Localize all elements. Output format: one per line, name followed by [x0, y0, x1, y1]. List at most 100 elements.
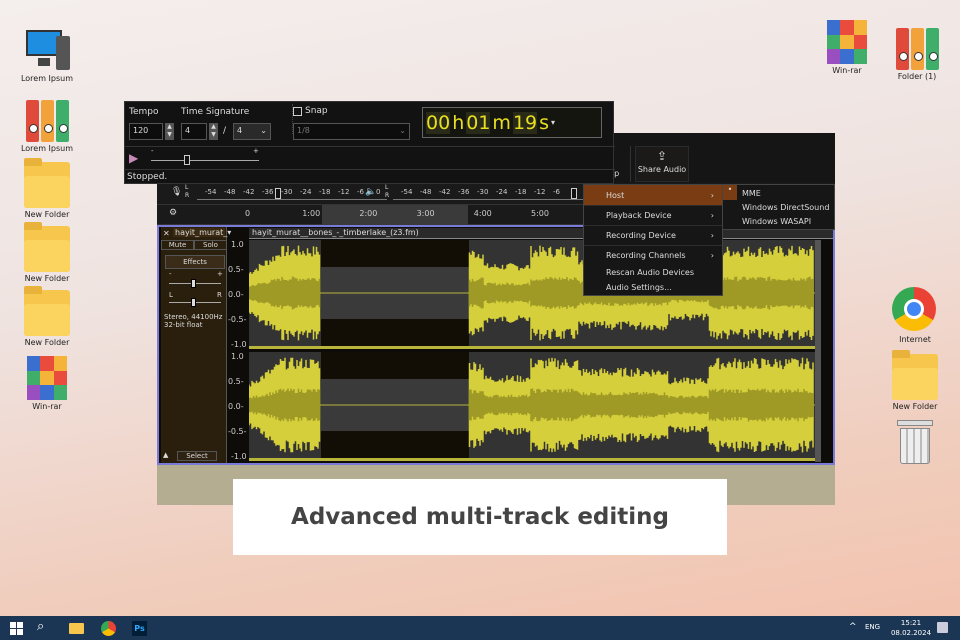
microphone-icon: 🎙 [171, 187, 183, 197]
chevron-down-icon: ⌄ [260, 126, 267, 135]
tempo-stepper[interactable]: ▲ ▼ [165, 123, 174, 140]
start-button[interactable] [10, 622, 23, 635]
chevron-right-icon: › [710, 251, 714, 260]
time-sig-stepper[interactable]: ▲ ▼ [209, 123, 218, 140]
clock[interactable]: 15:21 08.02.2024 [888, 618, 934, 638]
tray-overflow-icon[interactable]: ^ [849, 622, 857, 632]
amplitude-scale-label: -1.0 [231, 452, 247, 461]
chevron-right-icon: › [710, 211, 714, 220]
time-sig-separator: / [223, 126, 227, 136]
solo-button[interactable]: Solo [194, 240, 227, 250]
gear-icon: ⚙ [169, 208, 178, 218]
snap-select[interactable]: 1/8 ⌄ [293, 123, 410, 140]
collapse-icon[interactable]: ▲ [163, 451, 168, 459]
trash-icon [892, 420, 938, 466]
menu-item-recording-device[interactable]: Recording Device › [584, 225, 722, 245]
gain-slider[interactable] [169, 279, 221, 288]
time-hours: 00 [426, 111, 451, 134]
meter-slider-handle[interactable] [571, 188, 577, 199]
time-format-dropdown-icon[interactable]: ▾ [551, 118, 555, 127]
chevron-right-icon: › [710, 190, 714, 200]
meter-tick: -24 [496, 188, 508, 196]
menu-item-audio-settings[interactable]: Audio Settings... [584, 280, 722, 295]
time-minutes: 01 [466, 111, 491, 134]
desktop-icon-trash[interactable] [880, 420, 950, 468]
notifications-icon[interactable] [937, 622, 948, 633]
desktop-icon-label: New Folder [24, 338, 70, 347]
host-option[interactable]: Windows DirectSound [723, 201, 834, 215]
host-option[interactable]: MME [723, 187, 834, 201]
meter-tick: -6 [357, 188, 364, 196]
ruler-selection [322, 205, 468, 225]
snap-checkbox[interactable] [293, 107, 302, 116]
share-audio-label: Share Audio [637, 165, 687, 174]
desktop-icon-folder[interactable]: New Folder [880, 350, 950, 411]
playback-speed-slider[interactable] [151, 155, 259, 165]
desktop-icon-folder[interactable]: New Folder [12, 222, 82, 283]
clip-edge[interactable] [815, 240, 821, 462]
edit-toolbar: Tempo Time Signature 120 ▲ ▼ 4 ▲ ▼ / 4 ⌄ Sn… [124, 101, 615, 184]
meter-tick: -36 [262, 188, 274, 196]
menu-item-label: Rescan Audio Devices [606, 268, 695, 277]
search-icon[interactable]: ⌕ [37, 619, 44, 634]
menu-item-rescan-audio-devices[interactable]: Rescan Audio Devices [584, 265, 722, 280]
speaker-icon: 🔈 [365, 187, 377, 197]
host-option[interactable]: Windows WASAPI [723, 215, 834, 229]
meter-tick: -24 [300, 188, 312, 196]
chrome-taskbar-icon[interactable] [101, 621, 116, 636]
desktop-icon-binders[interactable]: Folder (1) [882, 24, 952, 81]
pan-right: R [217, 291, 222, 299]
desktop-icon-folder[interactable]: New Folder [12, 286, 82, 347]
chevron-down-icon: ⌄ [399, 126, 406, 135]
waveform[interactable] [249, 240, 821, 462]
desktop-icon-internet[interactable]: Internet [880, 287, 950, 344]
language-indicator[interactable]: ENG [865, 623, 880, 631]
playback-meter[interactable]: -54 -48 -42 -36 -30 -24 -18 -12 -6 [393, 188, 583, 200]
taskbar: ⌕ Ps ^ ENG 15:21 08.02.2024 [0, 616, 960, 640]
pan-slider[interactable] [169, 298, 221, 307]
desktop-icon-winrar[interactable]: Win-rar [812, 20, 882, 75]
winrar-icon [27, 356, 67, 400]
channel-separator [249, 458, 821, 461]
amplitude-scale-label: -0.5- [228, 315, 247, 324]
meter-tick: -30 [477, 188, 489, 196]
track-name-menu[interactable]: hayit_murat_▾ [173, 228, 231, 237]
pan-left: L [169, 291, 173, 299]
amplitude-scale-label: -1.0 [231, 340, 247, 349]
meter-tick: -42 [439, 188, 451, 196]
desktop-icon-winrar[interactable]: Win-rar [12, 356, 82, 411]
menu-item-playback-device[interactable]: Playback Device › [584, 205, 722, 225]
ruler-label: 4:00 [473, 209, 492, 218]
play-button[interactable]: ▶ [129, 151, 143, 165]
menu-item-label: Playback Device [606, 211, 672, 220]
chrome-icon [892, 287, 938, 333]
photoshop-icon[interactable]: Ps [132, 621, 147, 636]
time-sig-denominator[interactable]: 4 ⌄ [233, 123, 271, 140]
share-audio-button[interactable]: ⇪ Share Audio [635, 146, 689, 182]
record-meter[interactable]: -54 -48 -42 -36 -30 -24 -18 -12 -6 0 [197, 188, 387, 200]
speed-plus: + [253, 147, 259, 155]
meter-tick: -18 [319, 188, 331, 196]
desktop-icon-label: New Folder [892, 402, 938, 411]
time-display[interactable]: 00 h 01 m 19 s ▾ [422, 107, 602, 138]
meter-tick: -18 [515, 188, 527, 196]
desktop-icon-folder[interactable]: New Folder [12, 158, 82, 219]
select-button[interactable]: Select [177, 451, 217, 461]
mute-button[interactable]: Mute [161, 240, 194, 250]
folder-icon [892, 350, 938, 400]
desktop-icon-label: Folder (1) [897, 72, 937, 81]
meter-tick: -48 [420, 188, 432, 196]
desktop-icon-binders[interactable]: Lorem Ipsum [12, 96, 82, 153]
time-sig-numerator[interactable]: 4 [181, 123, 207, 140]
close-track-icon[interactable]: ✕ [163, 229, 170, 238]
tempo-input[interactable]: 120 [129, 123, 163, 140]
ruler-label: 3:00 [416, 209, 435, 218]
menu-item-recording-channels[interactable]: Recording Channels › [584, 245, 722, 265]
menu-item-host[interactable]: Host › [584, 185, 722, 205]
file-explorer-icon[interactable] [69, 623, 84, 634]
ruler-label: 5:00 [531, 209, 549, 218]
effects-button[interactable]: Effects [165, 255, 225, 269]
meter-tick: -30 [281, 188, 293, 196]
desktop-icon-computer[interactable]: Lorem Ipsum [12, 26, 82, 83]
meter-slider-handle[interactable] [275, 188, 281, 199]
